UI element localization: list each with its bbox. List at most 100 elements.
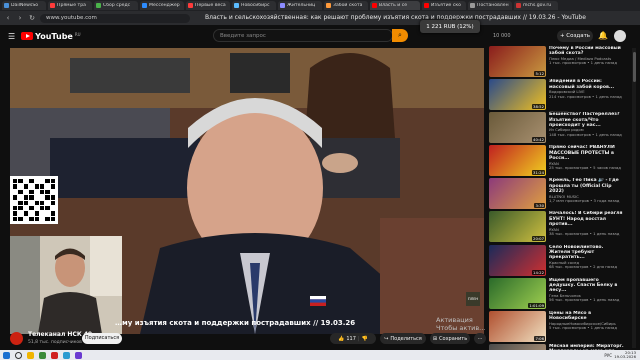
subscribe-button[interactable]: Подписаться	[82, 333, 122, 344]
channel-avatar[interactable]	[10, 332, 23, 345]
video-thumbnail[interactable]: 7:06	[489, 310, 546, 342]
recommended-video-info: Ищем пропавшего дедушку. Спасти Белку в …	[549, 278, 625, 311]
like-divider: |	[357, 335, 360, 342]
search-input[interactable]: Введите запрос	[213, 29, 393, 42]
thumbs-down-icon: 👎	[361, 335, 368, 342]
browser-tab[interactable]: mchs.gov.ru	[514, 1, 558, 10]
tab-title: Изъятие ско	[431, 3, 461, 8]
tab-favicon-icon	[516, 3, 521, 8]
recommended-video[interactable]: 20:07 Началось! В Сибири реагля БУНТ! Нар…	[489, 211, 629, 244]
like-button[interactable]: 👍 117 | 👎	[330, 333, 376, 344]
start-icon[interactable]	[3, 351, 10, 359]
recommended-video-info: Началось! В Сибири реагля БУНТ! Народ во…	[549, 211, 625, 244]
tab-title: mchs.gov.ru	[523, 3, 552, 8]
video-thumbnail[interactable]: 3:30	[489, 178, 546, 210]
page-title: Власть и сельскохозяйственная: как решаю…	[205, 14, 586, 21]
recommended-video-title[interactable]: Бешенство? Пастереллёз?Изъятие скота/Что…	[549, 112, 625, 128]
price-popup: 1 221 RUB (12%)	[420, 20, 480, 33]
browser-tab[interactable]: Первые веса	[186, 1, 230, 10]
recommended-video[interactable]: 38:52 Эпидемия в России: массовый забой к…	[489, 79, 629, 112]
telegram-icon[interactable]	[63, 351, 70, 359]
youtube-logo[interactable]: YouTube RU	[21, 31, 81, 41]
menu-icon[interactable]: ☰	[8, 32, 15, 41]
more-actions-button[interactable]: ···	[474, 333, 486, 344]
recommended-video-meta: 56 тыс. просмотров • 1 день назад	[549, 297, 620, 303]
video-duration: 7:06	[534, 335, 545, 341]
recommended-video-title[interactable]: Село Новоилинтово. Жители требуют прекра…	[549, 245, 625, 261]
browser-tab[interactable]: Мессенджер	[140, 1, 184, 10]
tab-favicon-icon	[188, 3, 193, 8]
forward-icon[interactable]: ›	[16, 14, 24, 22]
save-button[interactable]: ⊞ Сохранить	[430, 333, 470, 344]
browser-tab[interactable]: Жительниц	[278, 1, 322, 10]
share-button[interactable]: ↪ Поделиться	[380, 333, 426, 344]
tab-title: Забой скота	[333, 3, 363, 8]
recommended-video-title[interactable]: Ищем пропавшего дедушку. Спасти Белку в …	[549, 278, 625, 294]
recommended-video[interactable]: 1:01:09 Ищем пропавшего дедушку. Спасти Б…	[489, 277, 629, 311]
recommended-video-title[interactable]: Началось! В Сибири реагля БУНТ! Народ во…	[549, 211, 625, 227]
tab-title: Власть и се	[379, 3, 408, 8]
taskbar-search-icon[interactable]	[15, 351, 22, 359]
recommended-video-meta: 1,7 млн просмотров • 3 года назад	[549, 198, 620, 204]
video-player[interactable]: ПЛЕН	[10, 48, 484, 334]
create-button[interactable]: + Создать	[557, 30, 593, 42]
recommended-video[interactable]: 3:30 Кремль, Гео Пика 🔊 - Где прошла ты (…	[489, 178, 629, 211]
app-icon[interactable]	[75, 351, 82, 359]
browser-tab[interactable]: Забой скота	[324, 1, 368, 10]
video-thumbnail[interactable]: 40:42	[489, 112, 546, 144]
back-icon[interactable]: ‹	[4, 14, 12, 22]
browser-tab[interactable]: Сбор средс	[94, 1, 138, 10]
video-thumbnail[interactable]: 38:52	[489, 79, 546, 111]
chrome-icon[interactable]	[39, 351, 46, 359]
recommended-video[interactable]: 14:22 Село Новоилинтово. Жители требуют п…	[489, 244, 629, 278]
browser-tab[interactable]: DailNewsSo	[2, 1, 46, 10]
tab-favicon-icon	[142, 3, 147, 8]
system-clock[interactable]: 20:13 19.03.2026	[614, 351, 636, 359]
account-avatar[interactable]	[614, 30, 626, 42]
video-thumbnail[interactable]: 14:22	[489, 244, 546, 276]
video-thumbnail[interactable]: 31:24	[489, 145, 546, 177]
reload-icon[interactable]: ↻	[28, 14, 36, 22]
youtube-play-icon	[21, 32, 34, 40]
browser-tab[interactable]: Новосибирс	[232, 1, 276, 10]
clock-date: 19.03.2026	[614, 354, 636, 359]
recommended-video[interactable]: 5:12 Почему в России массовый забой скота…	[489, 46, 629, 79]
video-duration: 31:24	[532, 170, 545, 176]
save-icon: ⊞	[432, 335, 438, 342]
video-thumbnail[interactable]: 5:12	[489, 46, 546, 77]
save-label: Сохранить	[439, 335, 468, 342]
video-duration: 40:42	[532, 137, 545, 143]
recommended-video[interactable]: 40:42 Бешенство? Пастереллёз?Изъятие скот…	[489, 112, 629, 145]
search-icon[interactable]: ⌕	[392, 29, 408, 42]
recommended-video-info: Прямо сейчас! РВАНУЛИ МАССОВЫЕ ПРОТЕСТЫ …	[549, 145, 625, 178]
youtube-logo-text: YouTube	[35, 31, 73, 41]
video-thumbnail[interactable]: 20:07	[489, 211, 546, 243]
recommended-video-meta: 38 тыс. просмотров • 1 день назад	[549, 231, 620, 237]
browser-tab[interactable]: Постановлен	[468, 1, 512, 10]
share-label: Поделиться	[390, 335, 422, 342]
video-title: …му изъятия скота и поддержки пострадавш…	[115, 319, 356, 327]
bell-icon[interactable]: 🔔	[598, 31, 608, 40]
scrollbar[interactable]	[632, 48, 636, 348]
windows-taskbar: РУС 20:13 19.03.2026	[0, 350, 640, 360]
browser-tab[interactable]: Прямые тра	[48, 1, 92, 10]
header-counter: 10 000	[493, 33, 511, 39]
keyboard-language[interactable]: РУС	[604, 353, 612, 358]
webcam-frame	[10, 236, 122, 334]
recommended-video-title[interactable]: Кремль, Гео Пика 🔊 - Где прошла ты (Offi…	[549, 178, 625, 194]
recommended-video-title[interactable]: Цены на Мясо в Новосибирске	[549, 311, 625, 322]
url-field[interactable]: www.youtube.com	[40, 13, 190, 23]
video-thumbnail[interactable]: 1:01:09	[489, 277, 546, 309]
file-explorer-icon[interactable]	[27, 351, 34, 359]
recommended-video[interactable]: 7:06 Цены на Мясо в Новосибирске НародныеН…	[489, 310, 629, 344]
recommended-video[interactable]: 31:24 Прямо сейчас! РВАНУЛИ МАССОВЫЕ ПРОТ…	[489, 145, 629, 178]
recommended-video-title[interactable]: Прямо сейчас! РВАНУЛИ МАССОВЫЕ ПРОТЕСТЫ …	[549, 145, 625, 161]
browser-tab[interactable]: Власть и се	[370, 1, 420, 10]
tab-favicon-icon	[50, 3, 55, 8]
recommended-video-meta: 148 тыс. просмотров • 1 день назад	[549, 132, 622, 137]
tab-title: Сбор средс	[103, 3, 131, 8]
browser-tab[interactable]: Изъятие ско	[422, 1, 466, 10]
subscriber-count: 51,8 тыс. подписчиков	[28, 340, 82, 345]
recommended-video-meta: 5 тыс. просмотров • 1 день назад	[549, 325, 617, 331]
yandex-icon[interactable]	[51, 351, 58, 359]
